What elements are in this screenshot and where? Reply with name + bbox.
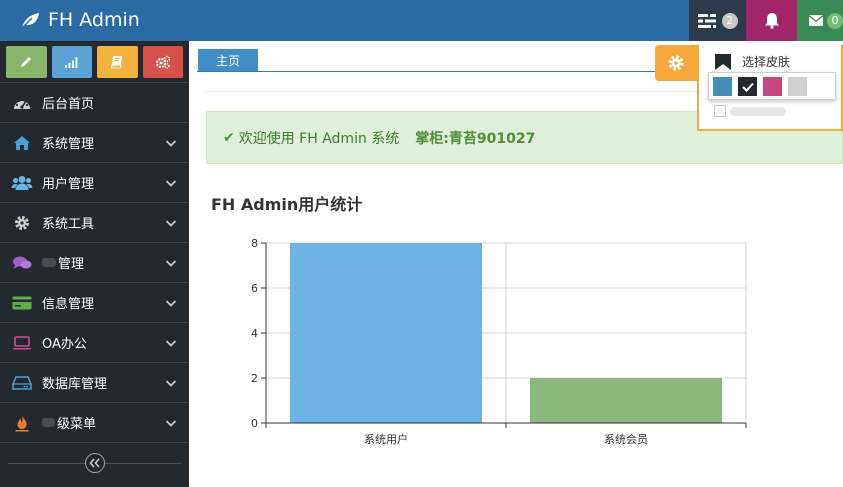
shortcut-signal-button[interactable] (51, 46, 92, 78)
skin-swatch-blue[interactable] (713, 77, 732, 96)
y-tick-label: 0 (251, 417, 258, 430)
sidebar-item-users[interactable]: 用户管理 (0, 163, 189, 203)
blurred-text (42, 258, 56, 267)
sidebar-item-label: 系统管理 (42, 137, 95, 152)
skin-label: 选择皮肤 (742, 55, 791, 69)
sidebar-item-label: 信息管理 (42, 297, 95, 312)
y-tick-label: 2 (251, 372, 258, 385)
blurred-option (714, 103, 788, 117)
skin-panel: 选择皮肤 (697, 45, 843, 131)
mail-badge: 0 (827, 12, 843, 29)
messages-button[interactable]: 0 (797, 0, 843, 41)
bar-chart: 0 2 4 6 8 系统用户 系统会员 (251, 237, 747, 446)
chevron-down-icon (165, 180, 177, 187)
sidebar-item-label: 用户管理 (42, 177, 95, 192)
tab-home[interactable]: 主页 (198, 49, 258, 71)
gear-icon (11, 214, 33, 232)
x-tick-label: 系统用户 (364, 432, 408, 446)
skin-swatch-grey[interactable] (788, 77, 807, 96)
pencil-icon (21, 57, 32, 67)
chevron-down-icon (165, 340, 177, 347)
book-icon (111, 56, 123, 69)
chat-icon (11, 254, 33, 272)
chevron-down-icon (165, 420, 177, 427)
chevron-down-icon (165, 220, 177, 227)
shortcut-pencil-button[interactable] (6, 46, 47, 78)
users-icon (11, 174, 33, 192)
brand[interactable]: FH Admin (20, 7, 140, 33)
chart-heading: FH Admin用户统计 (211, 195, 363, 214)
fire-icon (11, 414, 33, 432)
envelope-icon (809, 15, 823, 26)
hdd-icon (11, 374, 33, 392)
sidebar-item-submenu[interactable]: 级菜单 (0, 403, 189, 443)
sidebar-item-oa[interactable]: OA办公 (0, 323, 189, 363)
owner-text: 掌柜:青苔901027 (415, 130, 536, 147)
skin-colorpicker-icon[interactable] (714, 53, 732, 71)
sidebar-shortcuts (0, 41, 189, 83)
notifications-button[interactable] (746, 0, 797, 41)
credit-card-icon (11, 294, 33, 312)
y-tick-label: 6 (251, 282, 258, 295)
bell-icon (764, 13, 779, 29)
sidebar-item-info[interactable]: 信息管理 (0, 283, 189, 323)
sidebar-item-tools[interactable]: 系统工具 (0, 203, 189, 243)
signal-icon (64, 57, 78, 68)
sidebar-collapse-button[interactable] (84, 453, 105, 473)
bar (530, 378, 722, 423)
leaf-icon (21, 13, 39, 29)
check-icon: ✔ (223, 129, 235, 146)
gear-icon (668, 55, 684, 71)
shortcut-cogs-button[interactable] (142, 46, 183, 78)
sidebar-item-label: 数据库管理 (42, 377, 108, 392)
check-icon (741, 82, 754, 92)
cogs-icon (155, 55, 170, 69)
skin-swatch-list (708, 72, 836, 100)
blurred-text (42, 418, 55, 427)
chevron-down-icon (165, 140, 177, 147)
home-icon (11, 134, 33, 152)
x-tick-label: 系统会员 (604, 433, 648, 446)
shortcut-book-button[interactable] (97, 46, 138, 78)
sidebar-item-label: 管理 (58, 257, 85, 272)
skin-swatch-dark[interactable] (738, 77, 757, 96)
option-checkbox[interactable] (714, 105, 726, 117)
top-navbar: FH Admin 2 0 (0, 0, 843, 41)
sidebar: 后台首页 系统管理 用户管理 系统工具 管理 信息管理 OA办公 数据库管理 级… (0, 41, 189, 487)
double-chevron-left-icon (89, 458, 100, 468)
blurred-text (730, 107, 786, 116)
sidebar-item-system[interactable]: 系统管理 (0, 123, 189, 163)
tasks-icon (697, 13, 716, 28)
chevron-down-icon (165, 300, 177, 307)
sidebar-item-label: 后台首页 (42, 97, 95, 112)
brand-name: FH Admin (48, 9, 140, 31)
sidebar-item-label: 级菜单 (57, 417, 97, 432)
settings-toggle-button[interactable] (655, 45, 697, 81)
sidebar-collapse (0, 443, 189, 483)
tasks-badge: 2 (721, 12, 738, 29)
skin-swatch-pink[interactable] (763, 77, 782, 96)
y-tick-label: 8 (251, 237, 258, 250)
bar (290, 243, 482, 423)
laptop-icon (11, 334, 33, 352)
y-tick-label: 4 (251, 327, 258, 340)
sidebar-item-database[interactable]: 数据库管理 (0, 363, 189, 403)
sidebar-item-dashboard[interactable]: 后台首页 (0, 83, 189, 123)
chevron-down-icon (165, 380, 177, 387)
welcome-text: 欢迎使用 FH Admin 系统 (238, 130, 400, 147)
sidebar-item-messages[interactable]: 管理 (0, 243, 189, 283)
dashboard-icon (11, 94, 33, 112)
chevron-down-icon (165, 260, 177, 267)
sidebar-item-label: OA办公 (42, 337, 87, 352)
sidebar-item-label: 系统工具 (42, 217, 95, 232)
tasks-button[interactable]: 2 (689, 0, 746, 41)
